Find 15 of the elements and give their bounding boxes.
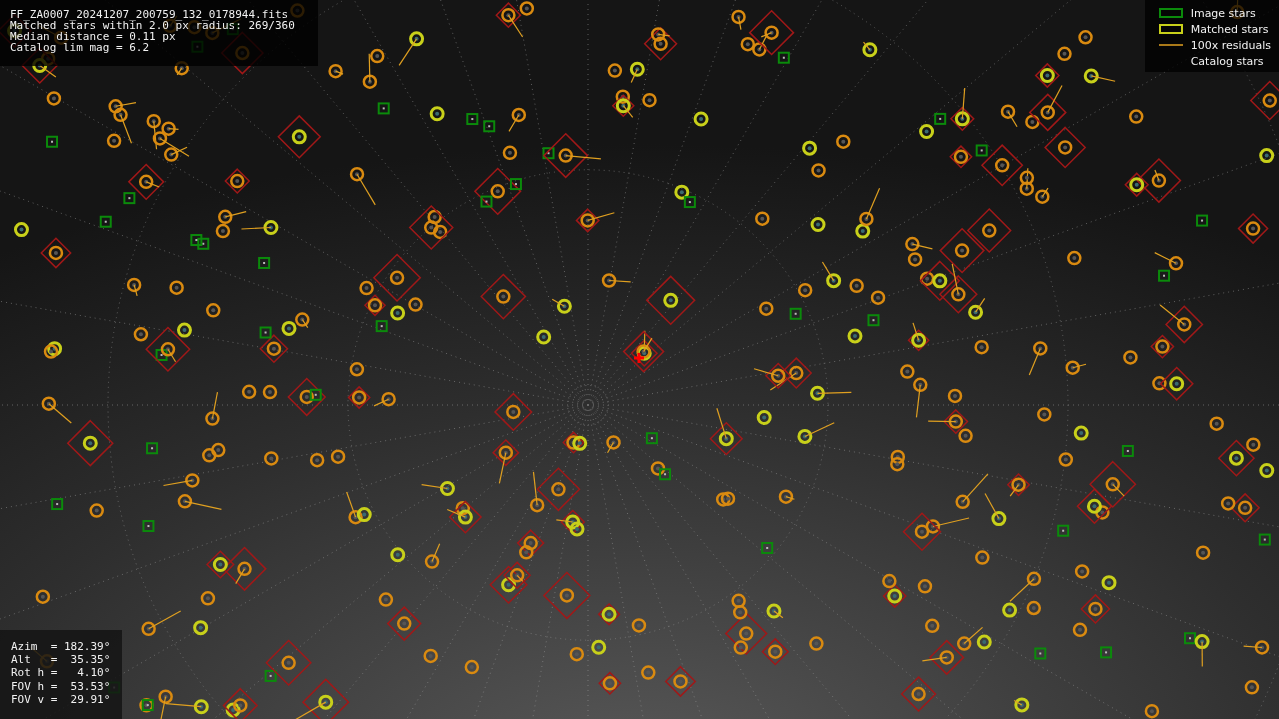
pointing-text: FOV v = 29.91° (11, 693, 111, 705)
legend-label: 100x residuals (1190, 38, 1271, 52)
info-text: Catalog lim mag = 6.2 (10, 42, 151, 53)
image-legend-icon (1158, 8, 1183, 18)
pointing-text: FOV h = 53.53° (11, 680, 111, 692)
pointing-text: Azim = 182.39° (11, 641, 111, 652)
info-text: FF_ZA0007_20241207_200759_132_0178944.fits (10, 9, 290, 20)
matched-legend-icon (1158, 24, 1183, 34)
legend-label: Catalog stars (1190, 54, 1264, 68)
info-text: Median distance = 0.11 px (10, 31, 176, 42)
legend-label: Matched stars (1190, 22, 1269, 36)
pointing-text: Rot h = 4.10° (11, 667, 111, 679)
info-text: Matched stars within 2.0 px radius: 269/360 (10, 20, 296, 31)
legend-label: Image stars (1190, 6, 1256, 20)
pointing-text: Alt = 35.35° (11, 654, 111, 666)
